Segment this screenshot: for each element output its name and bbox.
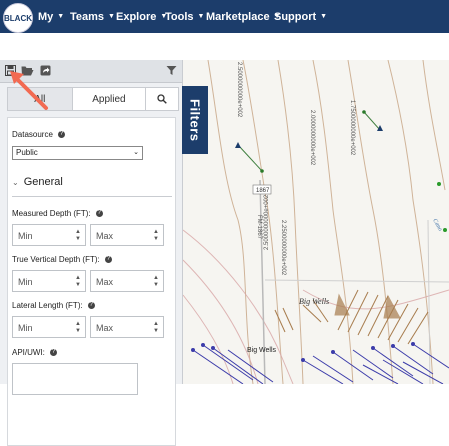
placeholder-text: Min	[18, 231, 33, 241]
measured-depth-min[interactable]: Min ▲ ▼	[12, 224, 86, 246]
placeholder-text: Max	[96, 323, 114, 333]
road-label: FM-1867	[256, 215, 262, 240]
api-uwi-label: API/UWI:?	[12, 348, 57, 357]
logo-text: BLACK	[4, 13, 32, 23]
caret-down-icon: ▼	[197, 13, 205, 20]
help-icon[interactable]: ?	[104, 256, 112, 264]
caret-down-icon: ▼	[57, 13, 65, 20]
lateral-length-min[interactable]: Min ▲ ▼	[12, 316, 86, 338]
placeholder-text: Min	[18, 277, 33, 287]
tab-search[interactable]	[146, 88, 178, 110]
measured-depth-max[interactable]: Max ▲ ▼	[90, 224, 164, 246]
datasource-value: Public	[16, 148, 38, 157]
stepper-icon[interactable]: ▲ ▼	[153, 229, 159, 243]
map-layer: 2.5000000000e+002 2.0000000000e+002 1.75…	[183, 60, 449, 384]
creek-label: Cano	[431, 218, 443, 232]
menu-teams[interactable]: Teams ▼	[70, 0, 115, 33]
filters-toggle-tab[interactable]: Filters	[182, 86, 208, 154]
placeholder-text: Max	[96, 231, 114, 241]
general-section-header[interactable]: ⌄ General	[12, 176, 172, 197]
menu-explore[interactable]: Explore ▼	[116, 0, 167, 33]
datasource-label: Datasource?	[12, 130, 65, 139]
label-text: Lateral Length (FT):	[12, 301, 83, 310]
stepper-icon[interactable]: ▲ ▼	[153, 321, 159, 335]
caret-down-icon: ▼	[320, 13, 328, 20]
menu-label: My	[38, 10, 54, 23]
label-text: API/UWI:	[12, 348, 45, 357]
help-icon[interactable]: ?	[49, 349, 57, 357]
menu-support[interactable]: Support ▼	[274, 0, 327, 33]
stepper-icon[interactable]: ▲ ▼	[75, 275, 81, 289]
chevron-down-icon: ⌄	[12, 178, 19, 187]
contour-label: 2.0000000000e+002	[309, 110, 315, 166]
datasource-label-text: Datasource	[12, 130, 53, 139]
lateral-length-label: Lateral Length (FT):?	[12, 301, 95, 310]
callout-arrow-icon	[10, 71, 48, 110]
tab-label: Applied	[92, 93, 126, 105]
section-title: General	[23, 176, 63, 188]
menu-tools[interactable]: Tools ▼	[165, 0, 204, 33]
contour-label: 2.5000000000e+002	[236, 62, 242, 118]
chevron-down-icon: ⌄	[133, 149, 139, 156]
place-label: Big Wells	[247, 347, 277, 354]
help-icon[interactable]: ?	[95, 210, 103, 218]
filter-icon[interactable]	[164, 63, 178, 77]
help-icon[interactable]: ?	[87, 302, 95, 310]
header-spacer	[0, 33, 449, 60]
tab-applied[interactable]: Applied	[73, 88, 147, 110]
contour-label: 2.5000000000e+002	[264, 194, 270, 250]
contour-label: 1.7500000000e+002	[349, 100, 355, 156]
menu-label: Support	[274, 10, 317, 23]
stepper-icon[interactable]: ▲ ▼	[75, 321, 81, 335]
place-label: Big Wells	[299, 297, 329, 306]
api-uwi-input[interactable]	[12, 363, 138, 395]
placeholder-text: Max	[96, 277, 114, 287]
stepper-icon[interactable]: ▲ ▼	[153, 275, 159, 289]
menu-label: Tools	[165, 10, 194, 23]
tvd-label: True Vertical Depth (FT):?	[12, 255, 112, 264]
filter-form: Datasource? Public ⌄ ⌄ General Measured De…	[7, 117, 176, 446]
label-text: True Vertical Depth (FT):	[12, 255, 100, 264]
highway-shield-label: 1867	[256, 188, 270, 194]
caret-down-icon: ▼	[108, 13, 115, 20]
placeholder-text: Min	[18, 323, 33, 333]
search-icon	[157, 94, 167, 104]
lateral-length-max[interactable]: Max ▲ ▼	[90, 316, 164, 338]
measured-depth-label: Measured Depth (FT):?	[12, 209, 103, 218]
menu-label: Explore	[116, 10, 157, 23]
help-icon[interactable]: ?	[57, 131, 65, 139]
menu-label: Teams	[70, 10, 105, 23]
tvd-min[interactable]: Min ▲ ▼	[12, 270, 86, 292]
map-canvas[interactable]: 2.5000000000e+002 2.0000000000e+002 1.75…	[183, 60, 449, 384]
contour-label: 2.2500000000e+002	[280, 220, 286, 276]
app-logo[interactable]: BLACK	[3, 3, 33, 33]
top-navbar: BLACK My ▼ Teams ▼ Explore ▼ Tools ▼ Marketp…	[0, 0, 449, 33]
menu-my[interactable]: My ▼	[38, 0, 64, 33]
datasource-select[interactable]: Public ⌄	[12, 146, 143, 160]
filters-tab-label: Filters	[187, 98, 203, 142]
stepper-icon[interactable]: ▲ ▼	[75, 229, 81, 243]
menu-label: Marketplace	[206, 10, 270, 23]
tvd-max[interactable]: Max ▲ ▼	[90, 270, 164, 292]
label-text: Measured Depth (FT):	[12, 209, 91, 218]
menu-marketplace[interactable]: Marketplace ▼	[206, 0, 281, 33]
